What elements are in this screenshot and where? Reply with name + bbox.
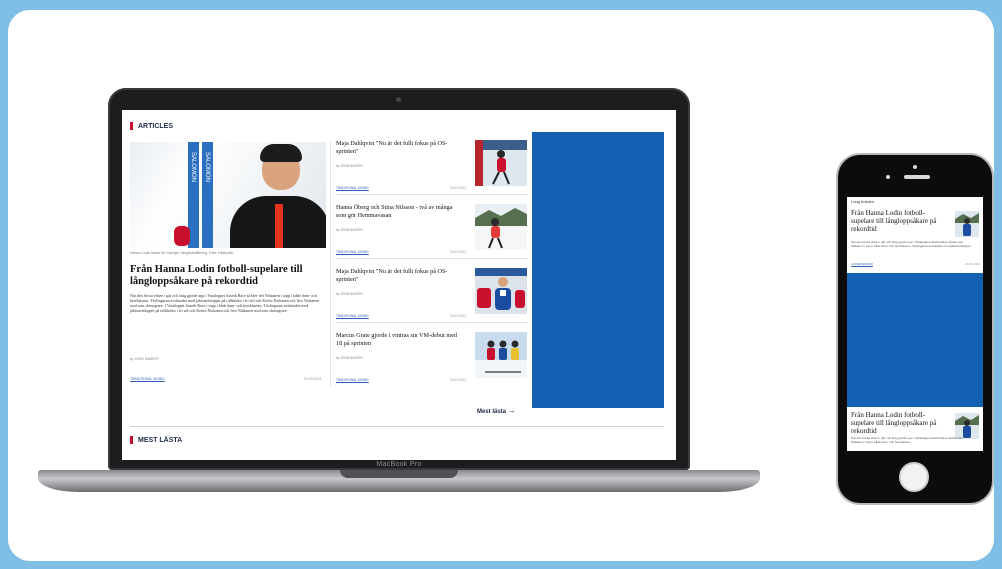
camera-icon	[913, 165, 917, 169]
section-marker-icon	[130, 122, 133, 130]
phone-mockup: Long Articles Från Hanna Lodin fotboll-s…	[838, 155, 992, 503]
hero-title[interactable]: Från Hanna Lodin fotboll-supelare till l…	[130, 264, 326, 288]
item-category-link[interactable]: TRADITIONAL SKIING	[336, 314, 369, 318]
item-byline: by JOHN DAMERY	[336, 292, 364, 296]
item-byline: by JOHN DAMERY	[336, 164, 364, 168]
phone-section-heading: Long Articles	[851, 199, 874, 204]
hero-image[interactable]: SALOMON SALOMON	[130, 142, 326, 248]
item-divider	[336, 258, 528, 259]
laptop-screen: ARTICLES SALOMON SALOMON Hanna Lodin täv…	[122, 110, 676, 460]
section-divider	[130, 426, 664, 427]
webcam-icon	[396, 97, 401, 102]
item-category-link[interactable]: TRADITIONAL SKIING	[336, 186, 369, 190]
item-date: 20.09.2023	[450, 186, 466, 190]
item-title[interactable]: Maja Dahlqvist "Nu är det fullt fokus på…	[336, 140, 462, 155]
item-divider	[336, 194, 528, 195]
ski-pole-graphic: SALOMON	[202, 142, 213, 248]
item-date: 20.09.2023	[450, 250, 466, 254]
arrow-right-icon: →	[507, 406, 516, 415]
glove-graphic	[174, 226, 190, 246]
column-divider	[330, 142, 331, 386]
mest-lasta-link[interactable]: Mest lästa →	[477, 406, 516, 415]
laptop-mockup: ARTICLES SALOMON SALOMON Hanna Lodin täv…	[108, 88, 690, 470]
phone-article-title[interactable]: Från Hanna Lodin fotboll-supelare till l…	[851, 411, 947, 435]
item-thumbnail[interactable]	[475, 332, 527, 378]
section-marker-icon	[130, 436, 133, 444]
home-button[interactable]	[899, 462, 929, 492]
list-item[interactable]: Maja Dahlqvist "Nu är det fullt fokus på…	[336, 140, 528, 204]
item-thumbnail[interactable]	[475, 140, 527, 186]
hero-category-link[interactable]: TRADITIONAL SKIING	[130, 377, 165, 381]
phone-article-thumbnail[interactable]	[955, 211, 979, 237]
item-byline: by JOHN DAMERY	[336, 228, 364, 232]
list-item[interactable]: Maja Dahlqvist "Nu är det fullt fokus på…	[336, 268, 528, 332]
item-category-link[interactable]: TRADITIONAL SKIING	[336, 378, 369, 382]
phone-category-link[interactable]: LÄNGDSKIDOR	[851, 262, 873, 266]
list-item[interactable]: Marcus Grate gjorde i vintras sin VM-deb…	[336, 332, 527, 396]
item-date: 20.09.2023	[450, 314, 466, 318]
articles-heading: ARTICLES	[130, 122, 173, 130]
phone-article-date: 20.09.2023	[965, 262, 981, 266]
image-strip-preview	[130, 454, 664, 460]
jacket-stripe-graphic	[275, 204, 283, 248]
item-divider	[336, 322, 528, 323]
hero-date: 20.09.2023	[304, 377, 321, 381]
sensor-icon	[886, 175, 890, 179]
item-title[interactable]: Maja Dahlqvist "Nu är det fullt fokus på…	[336, 268, 462, 283]
item-date: 20.09.2023	[450, 378, 466, 382]
ad-banner[interactable]	[532, 132, 664, 408]
hero-byline: by JOHN DAMERY	[130, 357, 160, 361]
mest-lasta-heading: MEST LÄSTA	[130, 436, 182, 444]
item-title[interactable]: Marcus Grate gjorde i vintras sin VM-deb…	[336, 332, 462, 347]
item-title[interactable]: Hanna Öberg och Stina Nilsson - två av m…	[336, 204, 462, 219]
phone-article-body: När den första elisen i går och idag gjo…	[851, 436, 963, 444]
hero-caption: Hanna Lodin tävlar för Sverige i längdsk…	[130, 251, 234, 255]
laptop-hinge-notch	[340, 470, 458, 478]
list-item[interactable]: Hanna Öberg och Stina Nilsson - två av m…	[336, 204, 528, 268]
item-category-link[interactable]: TRADITIONAL SKIING	[336, 250, 369, 254]
phone-article-title[interactable]: Från Hanna Lodin fotboll-supelare till l…	[851, 209, 947, 233]
speaker-icon	[904, 175, 930, 179]
hero-body: När den första elisen i går och idag gjo…	[130, 293, 319, 314]
phone-screen: Long Articles Från Hanna Lodin fotboll-s…	[847, 197, 983, 451]
item-byline: by JOHN DAMERY	[336, 356, 364, 360]
athlete-hat-graphic	[260, 144, 302, 162]
item-thumbnail[interactable]	[475, 268, 527, 314]
device-label: MacBook Pro	[376, 461, 422, 468]
item-thumbnail[interactable]	[475, 204, 527, 250]
phone-article-body: När den första elisen i går och idag gjo…	[851, 240, 972, 248]
phone-ad-banner[interactable]	[847, 273, 983, 407]
laptop-base	[38, 470, 760, 492]
